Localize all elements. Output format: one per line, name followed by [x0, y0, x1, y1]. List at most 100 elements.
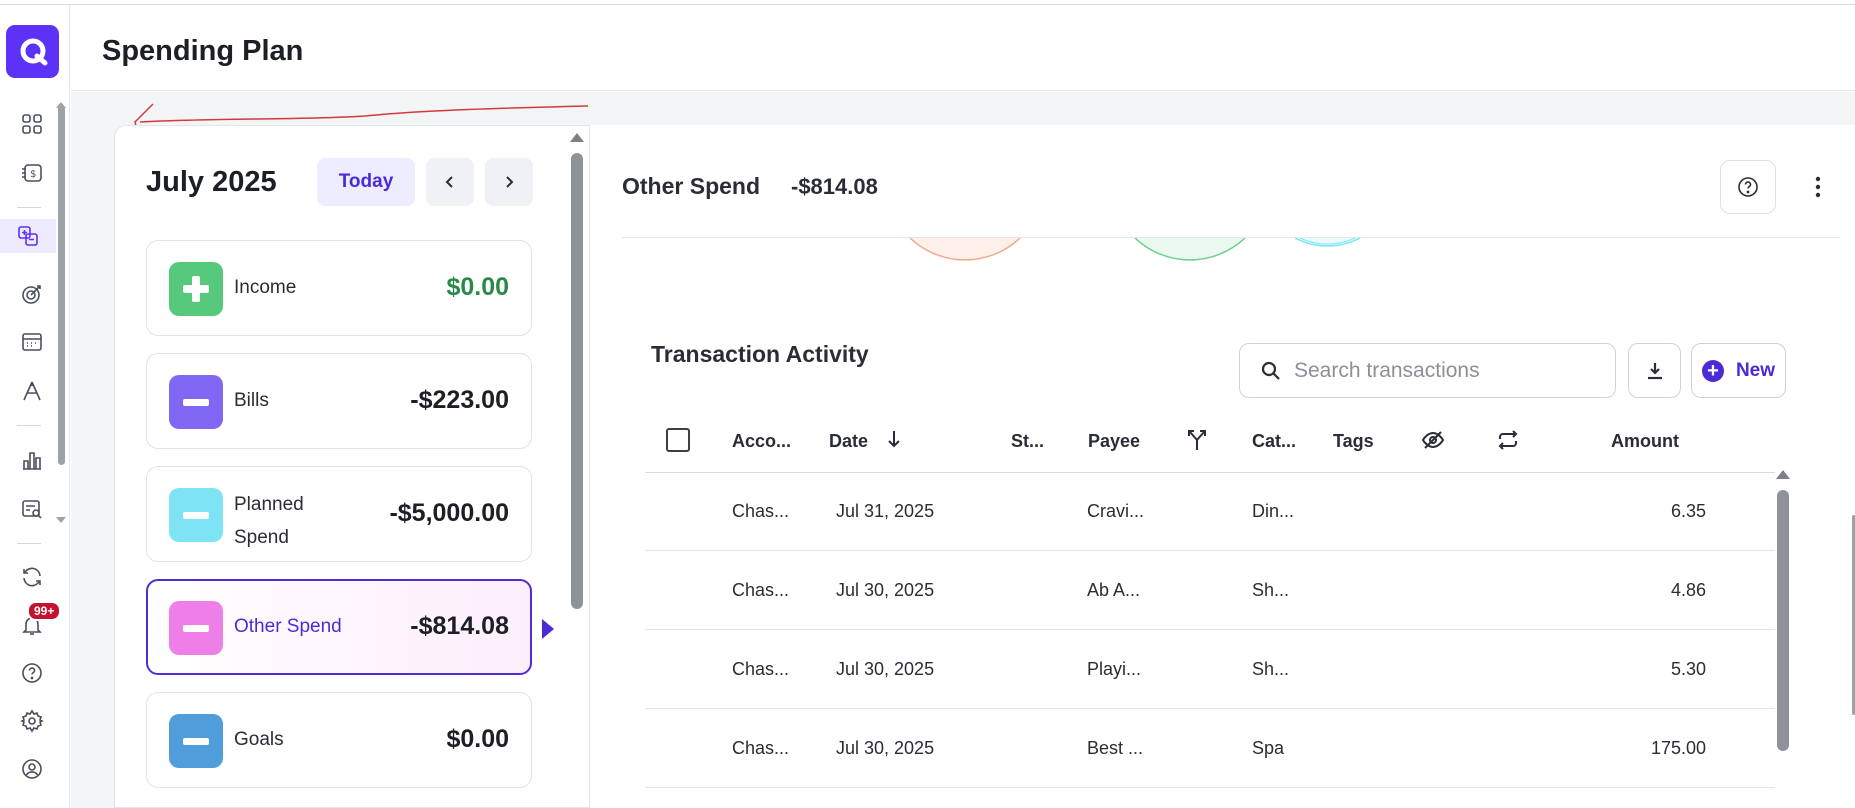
investing-icon[interactable]: [15, 374, 49, 408]
category-card-planned-spend[interactable]: Planned Spend -$5,000.00: [146, 466, 532, 562]
category-amount: $0.00: [446, 273, 509, 301]
rail-divider: [17, 543, 41, 544]
sync-icon[interactable]: [15, 560, 49, 594]
minus-icon: [169, 714, 223, 768]
cell-payee: Best ...: [1087, 738, 1144, 758]
cell-payee: Playi...: [1087, 659, 1142, 679]
new-label: New: [1735, 359, 1776, 381]
cell-category: Spa: [1252, 738, 1285, 758]
category-amount: -$814.08: [410, 612, 509, 640]
goals-icon[interactable]: [15, 277, 49, 311]
page-title: Spending Plan: [102, 35, 304, 67]
more-options-button[interactable]: [1806, 167, 1830, 207]
hidden-eye-icon[interactable]: [1421, 428, 1445, 452]
sort-down-icon[interactable]: [885, 428, 903, 450]
rail-divider: [17, 425, 41, 426]
download-button[interactable]: [1628, 343, 1681, 398]
help-icon[interactable]: [15, 656, 49, 690]
month-title: July 2025: [146, 166, 277, 198]
category-card-income[interactable]: Income $0.00: [146, 240, 532, 336]
help-button[interactable]: [1720, 160, 1776, 214]
spending-plan-icon[interactable]: [0, 219, 56, 253]
cell-amount: 5.30: [1670, 659, 1706, 679]
next-month-button[interactable]: [485, 158, 533, 206]
category-label: Planned Spend: [234, 494, 304, 548]
column-amount[interactable]: Amount: [1611, 431, 1679, 452]
detail-panel: Other Spend -$814.08 Transaction Activit…: [589, 125, 1855, 808]
more-vertical-icon: [1815, 176, 1821, 198]
cell-date: Jul 30, 2025: [836, 738, 935, 758]
app-logo[interactable]: [6, 25, 59, 78]
table-scrollbar[interactable]: [1777, 490, 1789, 751]
logo-icon: [20, 38, 47, 65]
search-report-icon[interactable]: [15, 492, 49, 526]
spending-plan-panel: July 2025 Today Income $0.00 Bills -$223…: [114, 125, 590, 808]
download-icon: [1647, 362, 1662, 379]
cell-account: Chas...: [732, 738, 790, 758]
cell-account: Chas...: [732, 501, 790, 521]
column-status[interactable]: St...: [1011, 431, 1044, 452]
detail-amount: -$814.08: [791, 174, 878, 199]
nav-rail: $ 99+: [0, 5, 70, 808]
category-label: Bills: [234, 390, 269, 411]
rail-scroll-down[interactable]: [56, 517, 66, 523]
page-header: Spending Plan: [71, 5, 1855, 91]
panel-scroll-up[interactable]: [570, 133, 584, 142]
cell-account: Chas...: [732, 659, 790, 679]
chevron-right-icon: [506, 176, 514, 188]
cell-amount: 6.35: [1670, 501, 1706, 521]
repeat-icon[interactable]: [1496, 428, 1520, 452]
table-row[interactable]: Chas... Jul 30, 2025 Best ... Spa 175.00: [645, 710, 1775, 788]
category-card-bills[interactable]: Bills -$223.00: [146, 353, 532, 449]
column-payee[interactable]: Payee: [1088, 431, 1140, 452]
table-row[interactable]: Chas... Jul 31, 2025 Cravi... Din... 6.3…: [645, 473, 1775, 551]
column-account[interactable]: Acco...: [732, 431, 791, 452]
dashboard-icon[interactable]: [15, 107, 49, 141]
cell-amount: 4.86: [1670, 580, 1706, 600]
cell-date: Jul 30, 2025: [836, 659, 935, 679]
cell-account: Chas...: [732, 580, 790, 600]
today-button[interactable]: Today: [317, 158, 415, 206]
category-label: Goals: [234, 729, 284, 750]
chevron-left-icon: [445, 176, 453, 188]
category-amount: -$5,000.00: [389, 499, 509, 527]
cell-category: Sh...: [1252, 580, 1290, 600]
cell-payee: Ab A...: [1087, 580, 1141, 600]
calendar-icon[interactable]: [15, 325, 49, 359]
selected-pointer: [542, 619, 554, 639]
rail-scrollbar[interactable]: [58, 105, 65, 465]
split-icon[interactable]: [1186, 428, 1208, 452]
summary-rings: [909, 238, 1366, 261]
settings-icon[interactable]: [15, 704, 49, 738]
category-card-other-spend[interactable]: Other Spend -$814.08: [146, 579, 532, 675]
column-date[interactable]: Date: [829, 431, 868, 452]
transaction-activity-title: Transaction Activity: [651, 341, 869, 367]
new-transaction-button[interactable]: + New: [1691, 343, 1786, 398]
panel-scrollbar[interactable]: [571, 153, 583, 609]
search-icon: [1260, 360, 1282, 382]
select-all-checkbox[interactable]: [666, 428, 690, 452]
cell-payee: Cravi...: [1087, 501, 1145, 521]
help-circle-icon: [1738, 177, 1758, 197]
minus-icon: [169, 488, 223, 542]
minus-icon: [169, 601, 223, 655]
cell-amount: 175.00: [1650, 738, 1706, 758]
minus-icon: [169, 375, 223, 429]
category-amount: -$223.00: [410, 386, 509, 414]
prev-month-button[interactable]: [426, 158, 474, 206]
notification-badge: 99+: [27, 601, 62, 621]
search-transactions[interactable]: [1239, 343, 1616, 398]
svg-text:$: $: [30, 169, 36, 180]
search-input[interactable]: [1294, 358, 1594, 383]
profile-icon[interactable]: [15, 752, 49, 786]
table-row[interactable]: Chas... Jul 30, 2025 Playi... Sh... 5.30: [645, 631, 1775, 709]
category-label: Other Spend: [234, 616, 342, 637]
table-row[interactable]: Chas... Jul 30, 2025 Ab A... Sh... 4.86: [645, 552, 1775, 630]
column-category[interactable]: Cat...: [1252, 431, 1296, 452]
table-scroll-up[interactable]: [1776, 470, 1790, 479]
reports-icon[interactable]: [15, 444, 49, 478]
bills-icon[interactable]: $: [15, 156, 49, 190]
column-tags[interactable]: Tags: [1333, 431, 1374, 452]
plus-circle-icon: +: [1701, 359, 1724, 382]
category-card-goals[interactable]: Goals $0.00: [146, 692, 532, 788]
